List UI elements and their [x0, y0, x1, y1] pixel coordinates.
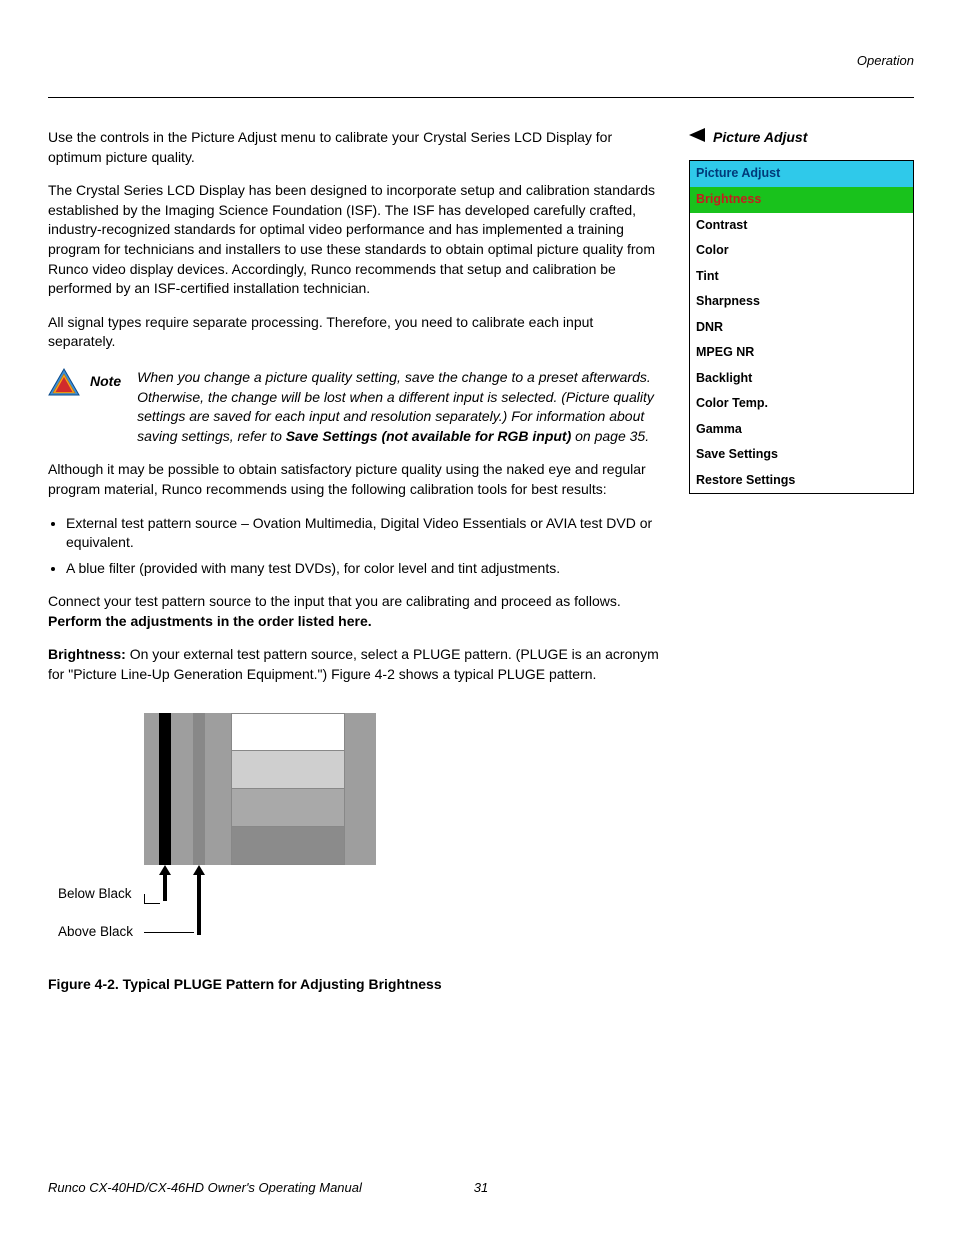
menu-title: Picture Adjust: [690, 161, 913, 188]
note-text-b: on page 35.: [571, 428, 649, 444]
connect-bold: Perform the adjustments in the order lis…: [48, 613, 372, 629]
paragraph-isf: The Crystal Series LCD Display has been …: [48, 181, 661, 299]
list-item: External test pattern source – Ovation M…: [66, 514, 661, 553]
paragraph-brightness: Brightness: On your external test patter…: [48, 645, 661, 684]
section-header: Operation: [857, 52, 914, 70]
sidebar-heading-text: Picture Adjust: [713, 128, 807, 148]
note-body: When you change a picture quality settin…: [137, 368, 661, 446]
paragraph-signals: All signal types require separate proces…: [48, 313, 661, 352]
gray-cell-light: [232, 750, 344, 788]
gray-cell-medium: [232, 788, 344, 826]
figure-caption: Figure 4-2. Typical PLUGE Pattern for Ad…: [48, 975, 661, 995]
note-label: Note: [90, 372, 121, 392]
menu-item-tint: Tint: [690, 264, 913, 290]
gray-cell-white: [232, 714, 344, 751]
list-item: A blue filter (provided with many test D…: [66, 559, 661, 579]
paragraph-tools-intro: Although it may be possible to obtain sa…: [48, 460, 661, 499]
paragraph-intro: Use the controls in the Picture Adjust m…: [48, 128, 661, 167]
menu-item-sharpness: Sharpness: [690, 289, 913, 315]
page-footer: Runco CX-40HD/CX-46HD Owner's Operating …: [48, 1179, 914, 1197]
bar-below-black: [159, 713, 171, 865]
pluge-stage: [144, 713, 376, 865]
picture-adjust-menu: Picture Adjust Brightness Contrast Color…: [689, 160, 914, 495]
menu-item-color: Color: [690, 238, 913, 264]
footer-title: Runco CX-40HD/CX-46HD Owner's Operating …: [48, 1179, 362, 1197]
warning-icon: [48, 368, 80, 396]
paragraph-connect: Connect your test pattern source to the …: [48, 592, 661, 631]
connector-below: [144, 894, 160, 904]
brightness-text: On your external test pattern source, se…: [48, 646, 659, 682]
connect-text: Connect your test pattern source to the …: [48, 593, 621, 609]
note-block: Note When you change a picture quality s…: [48, 368, 661, 446]
sidebar-heading: Picture Adjust: [689, 128, 914, 148]
bar-above-black: [193, 713, 205, 865]
connector-above: [144, 932, 194, 933]
main-content: Use the controls in the Picture Adjust m…: [48, 128, 661, 994]
sidebar: Picture Adjust Picture Adjust Brightness…: [689, 128, 914, 994]
arrow-above-icon: [193, 865, 205, 935]
brightness-label: Brightness:: [48, 646, 130, 662]
menu-item-dnr: DNR: [690, 315, 913, 341]
menu-item-contrast: Contrast: [690, 213, 913, 239]
menu-item-brightness: Brightness: [690, 187, 913, 213]
arrow-left-icon: [689, 128, 705, 148]
label-above-black: Above Black: [58, 923, 133, 942]
menu-item-backlight: Backlight: [690, 366, 913, 392]
menu-item-save-settings: Save Settings: [690, 442, 913, 468]
menu-item-restore-settings: Restore Settings: [690, 468, 913, 494]
label-below-black: Below Black: [58, 885, 132, 904]
tools-list: External test pattern source – Ovation M…: [48, 514, 661, 579]
menu-item-mpeg-nr: MPEG NR: [690, 340, 913, 366]
footer-page-number: 31: [474, 1179, 488, 1197]
figure-pluge: Below Black Above Black: [48, 713, 378, 963]
note-text-bold: Save Settings (not available for RGB inp…: [286, 428, 571, 444]
menu-item-color-temp: Color Temp.: [690, 391, 913, 417]
menu-item-gamma: Gamma: [690, 417, 913, 443]
header-rule: [48, 97, 914, 98]
gray-scale-grid: [231, 713, 345, 865]
arrow-below-icon: [159, 865, 171, 901]
gray-cell-dark: [232, 826, 344, 864]
